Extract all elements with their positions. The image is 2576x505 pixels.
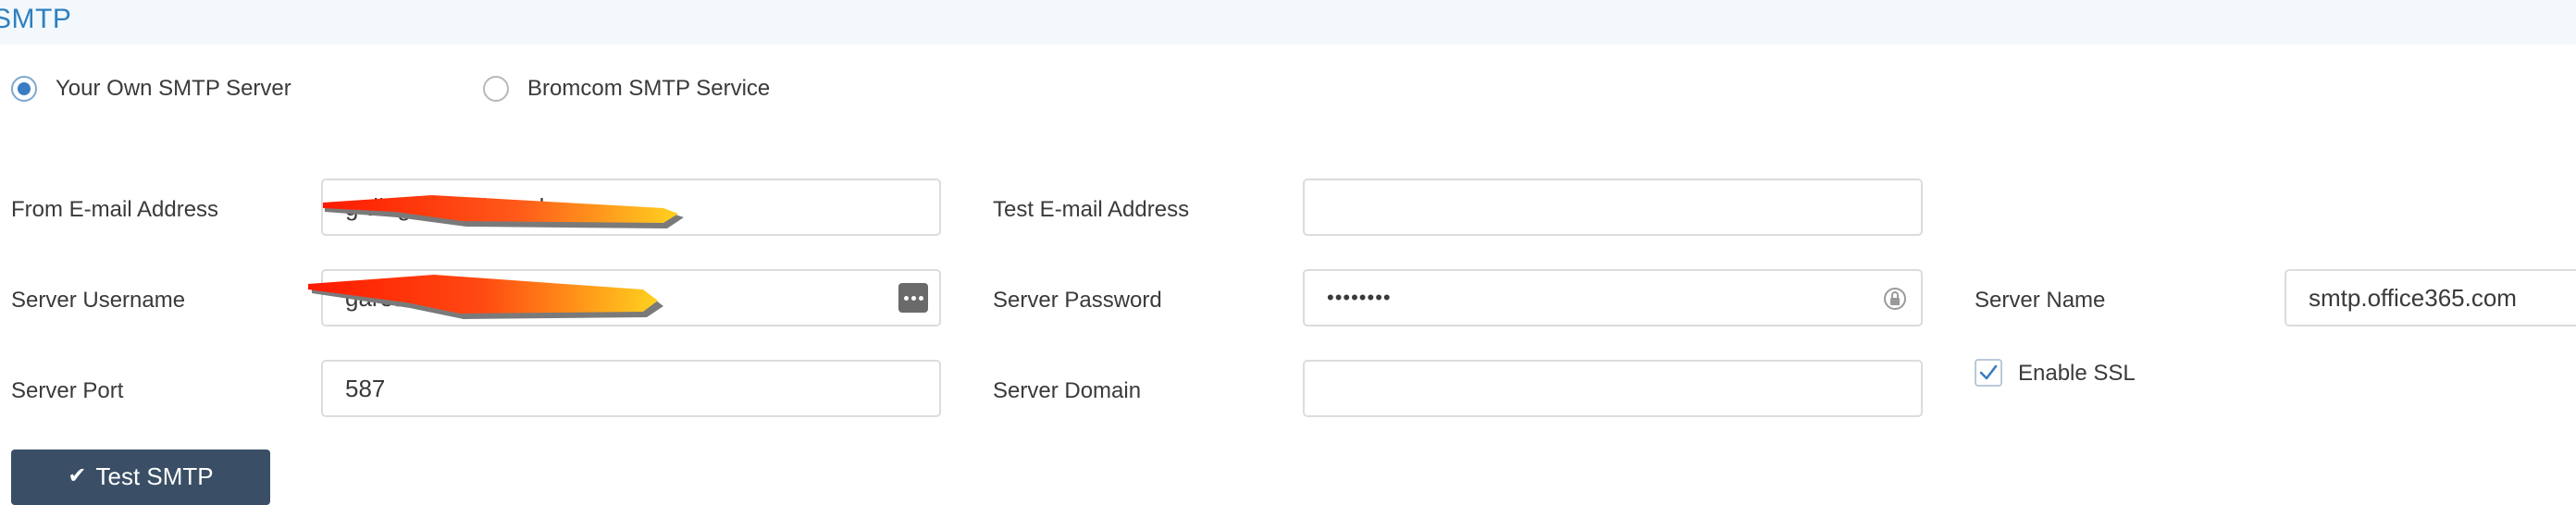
section-header: SMTP <box>0 0 2576 44</box>
server-password-label: Server Password <box>993 288 1162 313</box>
server-port-value: 587 <box>345 374 386 402</box>
from-email-value: g ding.school.co.uk <box>345 192 551 221</box>
radio-own-smtp-server[interactable]: Your Own SMTP Server <box>11 76 291 102</box>
from-email-field[interactable]: g ding.school.co.uk <box>321 179 941 236</box>
server-domain-label: Server Domain <box>993 378 1142 403</box>
server-password-value: •••••••• <box>1327 286 1392 309</box>
radio-label-own-smtp: Your Own SMTP Server <box>56 76 291 101</box>
server-username-label: Server Username <box>11 288 186 313</box>
server-name-label: Server Name <box>1975 288 2106 313</box>
server-password-field[interactable]: •••••••• <box>1303 269 1923 326</box>
enable-ssl-label: Enable SSL <box>2018 361 2136 386</box>
server-port-field[interactable]: 587 <box>321 360 941 417</box>
more-dots-icon[interactable] <box>898 283 928 313</box>
checkmark-icon <box>1979 364 1998 380</box>
test-smtp-label: Test SMTP <box>95 462 214 490</box>
password-reveal-icon[interactable] <box>1882 286 1908 312</box>
server-port-label: Server Port <box>11 378 124 403</box>
server-name-field[interactable]: smtp.office365.com <box>2285 269 2576 326</box>
checkmark-icon: ✔ <box>68 463 87 488</box>
test-smtp-button[interactable]: ✔ Test SMTP <box>11 450 270 505</box>
section-title: SMTP <box>0 4 72 34</box>
from-email-label: From E-mail Address <box>11 197 219 222</box>
radio-button-unchecked[interactable] <box>483 76 509 102</box>
server-domain-field[interactable] <box>1303 360 1923 417</box>
radio-bromcom-smtp-service[interactable]: Bromcom SMTP Service <box>483 76 770 102</box>
server-username-field[interactable]: gareth@ l.co.uk <box>308 269 941 326</box>
test-email-label: Test E-mail Address <box>993 197 1190 222</box>
radio-label-bromcom-smtp: Bromcom SMTP Service <box>527 76 771 101</box>
enable-ssl-checkbox[interactable] <box>1975 359 2002 387</box>
server-name-value: smtp.office365.com <box>2309 283 2517 312</box>
test-email-field[interactable] <box>1303 179 1923 236</box>
radio-button-checked[interactable] <box>11 76 37 102</box>
server-username-value: gareth@ l.co.uk <box>345 283 514 312</box>
